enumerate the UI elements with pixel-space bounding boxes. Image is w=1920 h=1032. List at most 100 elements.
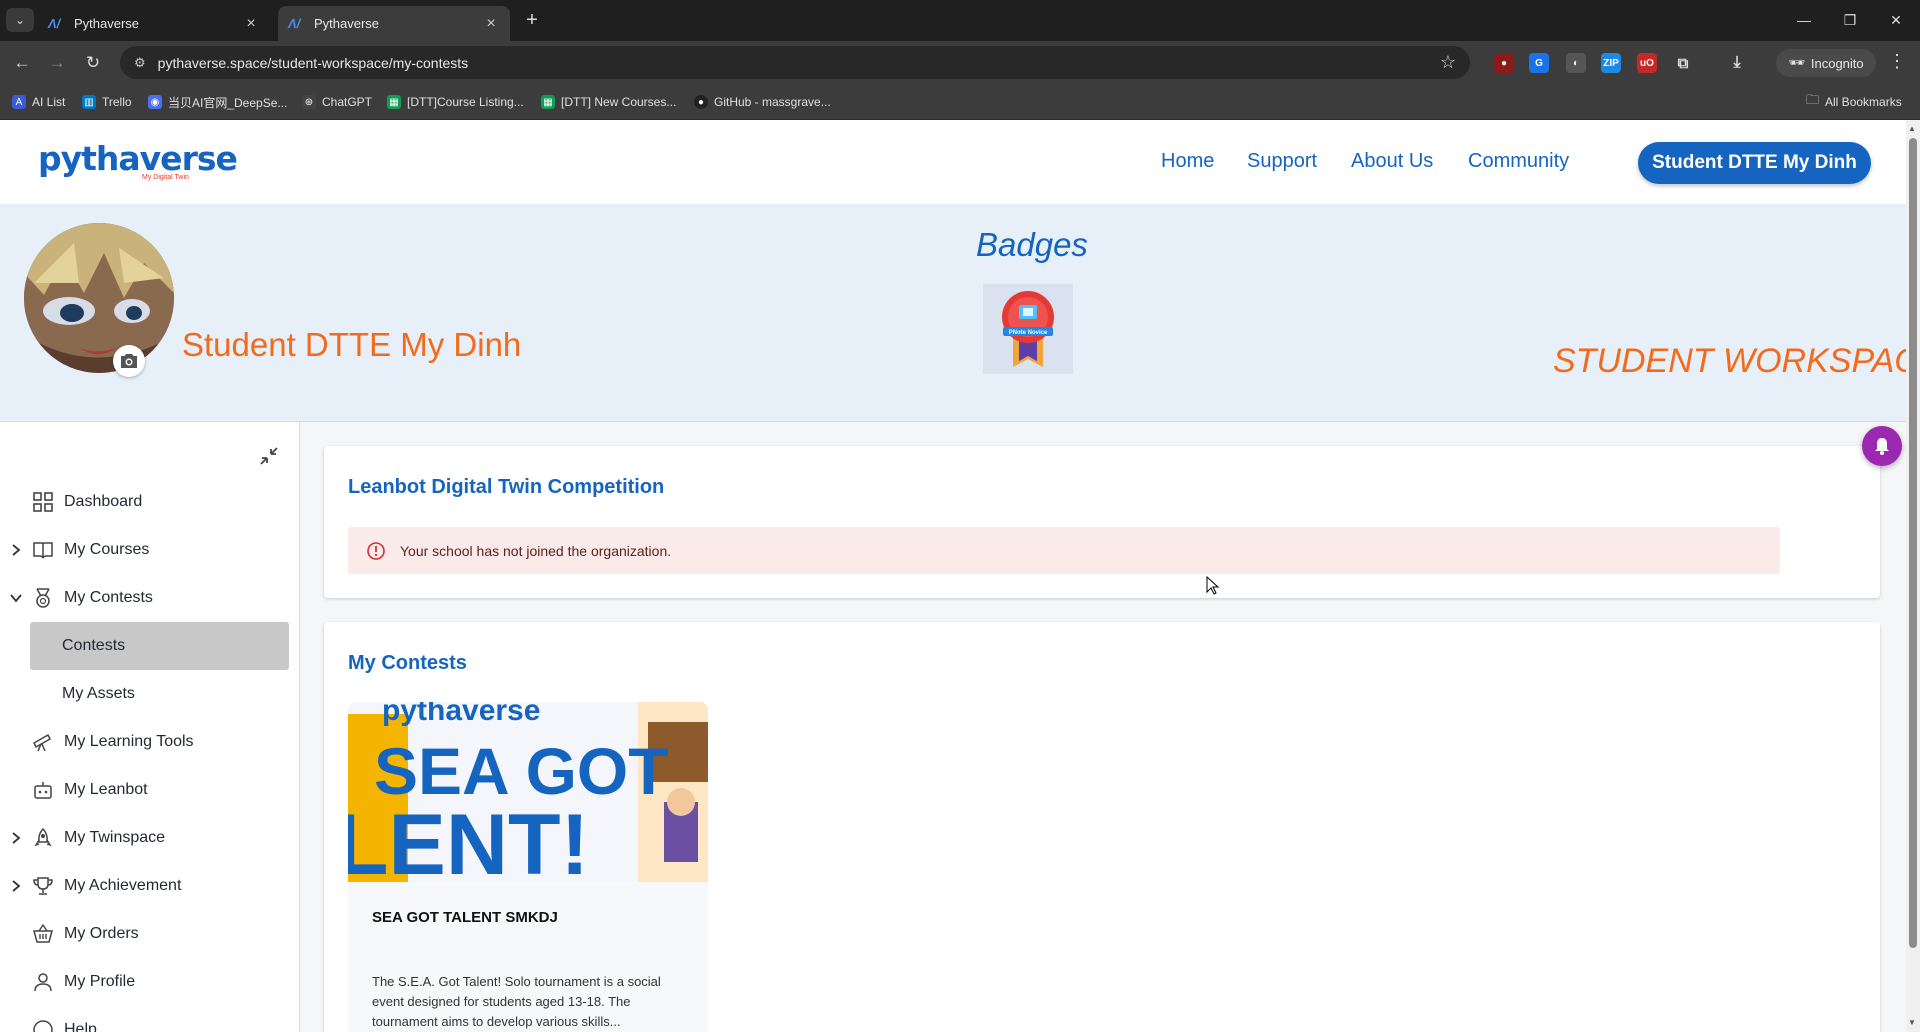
bookmarks-bar: A AI List ▥ Trello ◉ 当贝AI官网_DeepSe... ⊛ … [0,84,1920,120]
dangbei-icon: ◉ [148,95,162,109]
browser-tab[interactable]: Λ/ Pythaverse × [38,6,270,41]
bookmark-label: GitHub - massgrave... [714,95,831,109]
scrollbar-thumb[interactable] [1909,138,1917,948]
sidebar-item-my-leanbot[interactable]: My Leanbot [0,770,300,810]
workspace-title: STUDENT WORKSPACE [1553,342,1906,380]
sidebar-item-help[interactable]: Help [0,1010,300,1032]
bookmark-chatgpt[interactable]: ⊛ ChatGPT [302,92,372,112]
badge-pnote-novice[interactable]: PNote Novice [983,284,1073,374]
scroll-up-arrow-icon[interactable]: ▲ [1908,124,1916,133]
bookmark-ai-list[interactable]: A AI List [12,92,65,112]
nav-about-us[interactable]: About Us [1351,150,1433,173]
sidebar-item-my-twinspace[interactable]: My Twinspace [0,818,300,858]
sidebar-subitem-contests[interactable]: Contests [30,622,289,670]
contest-banner-image: pythaverse SEA GOT LENT! [348,702,708,882]
book-icon [33,542,53,559]
nav-community[interactable]: Community [1468,150,1569,173]
sidebar-item-label: Dashboard [64,493,143,510]
extension-icon[interactable]: ● [1494,53,1514,73]
nav-home[interactable]: Home [1161,150,1214,173]
bookmark-github[interactable]: ● GitHub - massgrave... [694,92,831,112]
competition-title: Leanbot Digital Twin Competition [348,476,665,498]
bookmark-label: ChatGPT [322,95,373,109]
browser-tab-active[interactable]: Λ/ Pythaverse × [278,6,510,41]
camera-icon [121,354,137,368]
chevron-down-icon [10,594,22,603]
sidebar-item-my-courses[interactable]: My Courses [0,530,300,570]
bookmark-label: [DTT] New Courses... [561,95,677,109]
forward-button[interactable]: → [44,50,70,76]
bookmark-label: Trello [102,95,132,109]
sidebar-item-label: My Twinspace [64,829,166,846]
incognito-icon: 🕶 [1788,55,1805,70]
ublock-extension-icon[interactable]: uO [1637,53,1657,73]
trophy-icon [33,877,53,895]
bookmark-star-icon[interactable]: ☆ [1440,52,1456,73]
user-icon [34,973,52,992]
banner-brand-text: pythaverse [382,702,540,727]
extensions-puzzle-icon[interactable]: ⧉ [1673,53,1693,73]
chevron-right-icon [12,880,21,892]
bookmark-trello[interactable]: ▥ Trello [82,92,132,112]
sheets-icon: ▦ [541,95,555,109]
scroll-down-arrow-icon[interactable]: ▼ [1908,1018,1916,1027]
sidebar: Dashboard My Courses My Contests Contest… [0,422,300,1032]
robot-icon [34,782,52,799]
restore-window-button[interactable]: ❐ [1830,8,1870,32]
folder-icon: 🗀 [1806,92,1820,107]
sidebar-item-dashboard[interactable]: Dashboard [0,482,300,522]
all-bookmarks[interactable]: 🗀 All Bookmarks [1806,92,1902,112]
site-info-icon[interactable]: ⚙ [134,55,146,71]
bookmark-dtt-course-listing[interactable]: ▦ [DTT]Course Listing... [387,92,524,112]
collapse-sidebar-icon[interactable] [257,444,281,468]
sidebar-item-label: My Profile [64,973,136,990]
chevron-right-icon [12,832,21,844]
profile-button[interactable]: Student DTTE My Dinh [1638,142,1871,184]
address-bar[interactable]: ⚙ pythaverse.space/student-workspace/my-… [120,46,1470,79]
incognito-indicator[interactable]: 🕶 Incognito [1776,49,1876,77]
sidebar-item-label: My Leanbot [64,781,148,798]
tab-title: Pythaverse [314,16,380,31]
sidebar-item-my-learning-tools[interactable]: My Learning Tools [0,722,300,762]
extension-off-icon[interactable]: ◐ [1566,53,1586,73]
sidebar-item-my-profile[interactable]: My Profile [0,962,300,1002]
close-tab-icon[interactable]: × [242,15,260,33]
browser-menu-icon[interactable]: ⋮ [1888,51,1906,72]
github-icon: ● [694,95,708,109]
nav-support[interactable]: Support [1247,150,1317,173]
sidebar-item-my-contests[interactable]: My Contests [0,578,300,618]
sidebar-subitem-my-assets[interactable]: My Assets [30,670,289,718]
close-window-button[interactable]: ✕ [1876,8,1916,32]
bookmark-label: 当贝AI官网_DeepSe... [168,95,288,110]
rocket-icon [34,827,52,847]
new-tab-button[interactable]: + [520,8,544,32]
bookmark-dtt-new-courses[interactable]: ▦ [DTT] New Courses... [541,92,676,112]
page-scrollbar[interactable]: ▲ ▼ [1906,120,1920,1032]
contest-name: SEA GOT TALENT SMKDJ [372,909,558,926]
sidebar-item-my-achievement[interactable]: My Achievement [0,866,300,906]
avatar[interactable] [24,223,174,373]
change-avatar-camera-button[interactable] [113,345,145,377]
translate-extension-icon[interactable]: G [1529,53,1549,73]
minimize-window-button[interactable]: — [1784,8,1824,32]
sidebar-item-my-orders[interactable]: My Orders [0,914,300,954]
tab-search-button[interactable]: ⌄ [6,8,34,32]
bookmark-dangbei[interactable]: ◉ 当贝AI官网_DeepSe... [148,92,287,112]
pythaverse-favicon-icon: Λ/ [288,16,301,31]
zip-extension-icon[interactable]: ZIP [1601,53,1621,73]
page-viewport: pythaverse My Digital Twin Home Support … [0,120,1906,1032]
reload-button[interactable]: ↻ [80,50,106,76]
sidebar-item-label: My Contests [64,589,153,606]
sheets-icon: ▦ [387,95,401,109]
banner-line-2: LENT! [348,797,589,882]
notifications-button[interactable] [1862,426,1902,466]
url-text[interactable]: pythaverse.space/student-workspace/my-co… [158,55,1440,71]
error-alert: Your school has not joined the organizat… [348,527,1780,574]
bell-icon [1875,438,1889,455]
close-tab-icon[interactable]: × [482,15,500,33]
competition-card: Leanbot Digital Twin Competition Your sc… [324,446,1880,598]
back-button[interactable]: ← [9,50,35,76]
contest-card[interactable]: pythaverse SEA GOT LENT! SEA GOT TALENT … [348,702,708,1032]
pythaverse-logo[interactable]: pythaverse My Digital Twin [38,142,238,182]
download-icon[interactable]: ⤓ [1727,53,1747,73]
